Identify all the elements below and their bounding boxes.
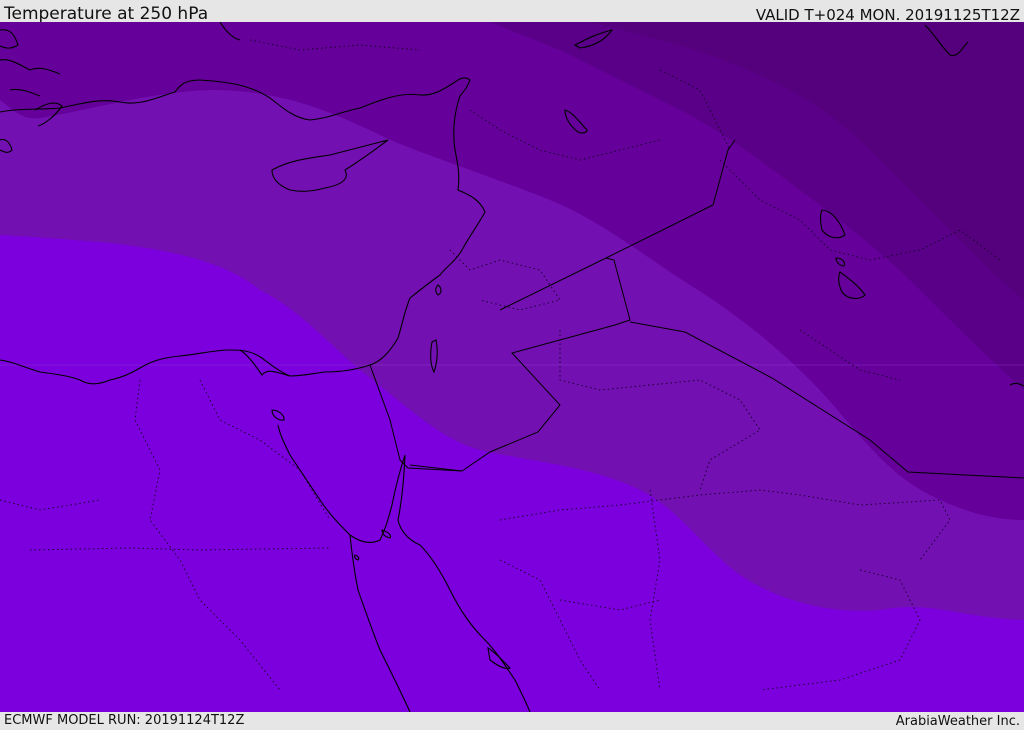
model-run-label: ECMWF MODEL RUN: 20191124T12Z <box>4 713 245 728</box>
credit-label: ArabiaWeather Inc. <box>895 714 1020 729</box>
weather-map <box>0 22 1024 712</box>
footer-bar: ECMWF MODEL RUN: 20191124T12Z ArabiaWeat… <box>0 712 1024 729</box>
map-title: Temperature at 250 hPa <box>4 4 209 24</box>
header-bar: Temperature at 250 hPa VALID T+024 MON. … <box>0 0 1024 24</box>
